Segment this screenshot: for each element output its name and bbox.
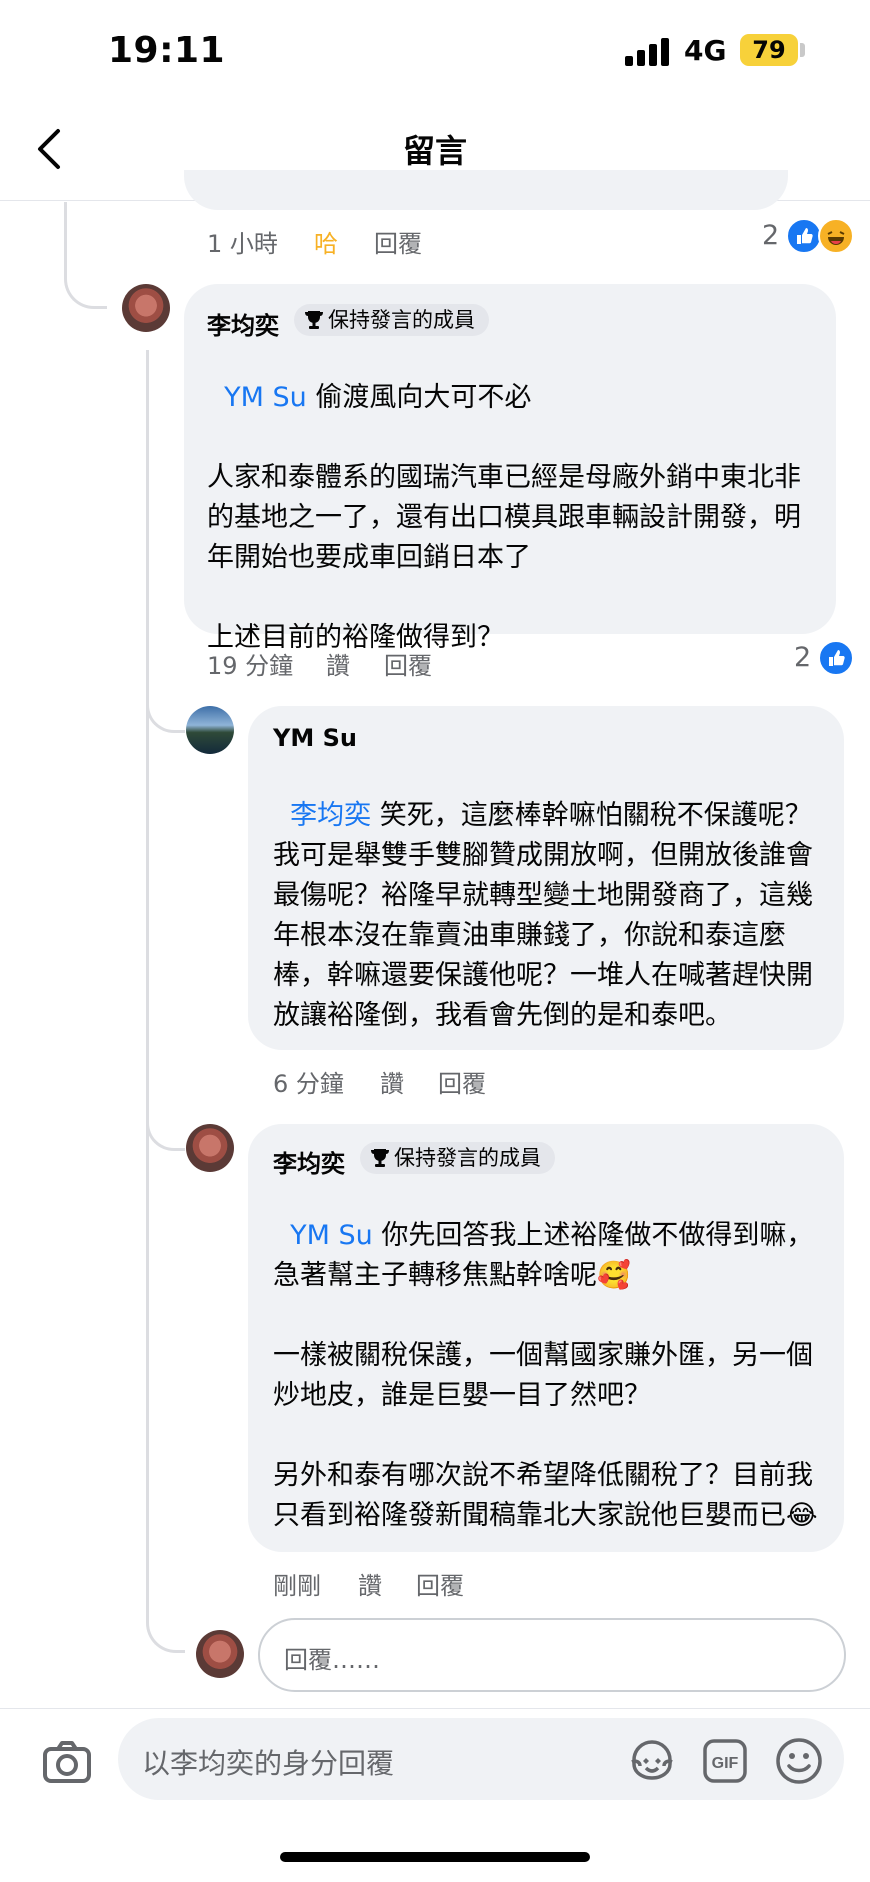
thread-line-inner	[146, 350, 185, 1653]
reply-input-placeholder: 回覆……	[284, 1646, 380, 1674]
like-icon	[818, 640, 854, 676]
gif-icon[interactable]: GIF	[702, 1738, 748, 1784]
avatar-sticker-icon[interactable]	[628, 1738, 676, 1782]
comment-time: 6 分鐘	[273, 1070, 344, 1098]
composer-placeholder: 以李均奕的身分回覆	[142, 1747, 395, 1780]
status-time: 19:11	[108, 30, 226, 71]
comment-body-rest: 人家和泰體系的國瑞汽車已經是母廠外銷中東北非的基地之一了，還有出口模具跟車輛設計…	[207, 462, 801, 653]
reply-input[interactable]: 回覆……	[258, 1618, 846, 1692]
previous-comment-bubble	[184, 170, 788, 210]
svg-text:GIF: GIF	[712, 1755, 739, 1772]
emoji-icon[interactable]	[774, 1736, 824, 1786]
mention-link[interactable]: 李均奕	[290, 800, 371, 831]
reply-button[interactable]: 回覆	[438, 1064, 486, 1099]
comment-time: 1 小時	[207, 230, 278, 258]
avatar[interactable]	[186, 1124, 234, 1172]
mention-link[interactable]: YM Su	[224, 382, 307, 413]
comment-author[interactable]: YM Su	[273, 724, 357, 752]
page-title: 留言	[402, 132, 467, 170]
avatar	[196, 1630, 244, 1678]
avatar[interactable]	[186, 706, 234, 754]
camera-icon[interactable]	[42, 1740, 92, 1784]
reaction-count[interactable]: 2	[794, 642, 811, 673]
network-label: 4G	[684, 34, 727, 67]
composer-divider	[0, 1708, 870, 1709]
trophy-icon	[305, 311, 323, 329]
like-button[interactable]: 讚	[380, 1064, 404, 1099]
mention-link[interactable]: YM Su	[290, 1220, 373, 1251]
comment-text: YM Su 偷渡風向大可不必 人家和泰體系的國瑞汽車已經是母廠外銷中東北非的基地…	[207, 338, 817, 658]
member-badge-label: 保持發言的成員	[394, 1146, 541, 1170]
comment-time: 19 分鐘	[207, 652, 294, 680]
member-badge: 保持發言的成員	[360, 1142, 555, 1174]
comment-time: 剛剛	[273, 1572, 321, 1600]
reply-button[interactable]: 回覆	[374, 224, 422, 259]
comment-author[interactable]: 李均奕	[207, 306, 279, 341]
home-indicator	[280, 1852, 590, 1862]
battery-level: 79	[740, 34, 798, 66]
haha-icon	[818, 218, 854, 254]
comment-text: YM Su 你先回答我上述裕隆做不做得到嘛，急著幫主子轉移焦點幹啥呢🥰 一樣被關…	[273, 1176, 829, 1536]
comment-body: 笑死，這麼棒幹嘛怕關稅不保護呢？我可是舉雙手雙腳贊成開放啊，但開放後誰會最傷呢？…	[273, 800, 813, 1031]
like-button[interactable]: 讚	[326, 646, 350, 681]
like-icon	[786, 218, 822, 254]
battery-tip	[800, 43, 805, 57]
member-badge: 保持發言的成員	[294, 304, 489, 336]
comment-text: 李均奕 笑死，這麼棒幹嘛怕關稅不保護呢？我可是舉雙手雙腳贊成開放啊，但開放後誰會…	[273, 756, 829, 1036]
comment-body: 你先回答我上述裕隆做不做得到嘛，急著幫主子轉移焦點幹啥呢🥰 一樣被關稅保護，一個…	[273, 1220, 818, 1531]
comment-body: 偷渡風向大可不必	[306, 382, 532, 413]
thread-line-outer	[64, 202, 107, 309]
comment-author[interactable]: 李均奕	[273, 1144, 345, 1179]
avatar[interactable]	[122, 284, 170, 332]
signal-icon	[625, 38, 673, 66]
trophy-icon	[371, 1149, 389, 1167]
reply-button[interactable]: 回覆	[384, 646, 432, 681]
haha-reaction-button[interactable]: 哈	[314, 224, 338, 259]
member-badge-label: 保持發言的成員	[328, 308, 475, 332]
like-button[interactable]: 讚	[358, 1566, 382, 1601]
reaction-count[interactable]: 2	[762, 220, 779, 251]
reply-button[interactable]: 回覆	[416, 1566, 464, 1601]
